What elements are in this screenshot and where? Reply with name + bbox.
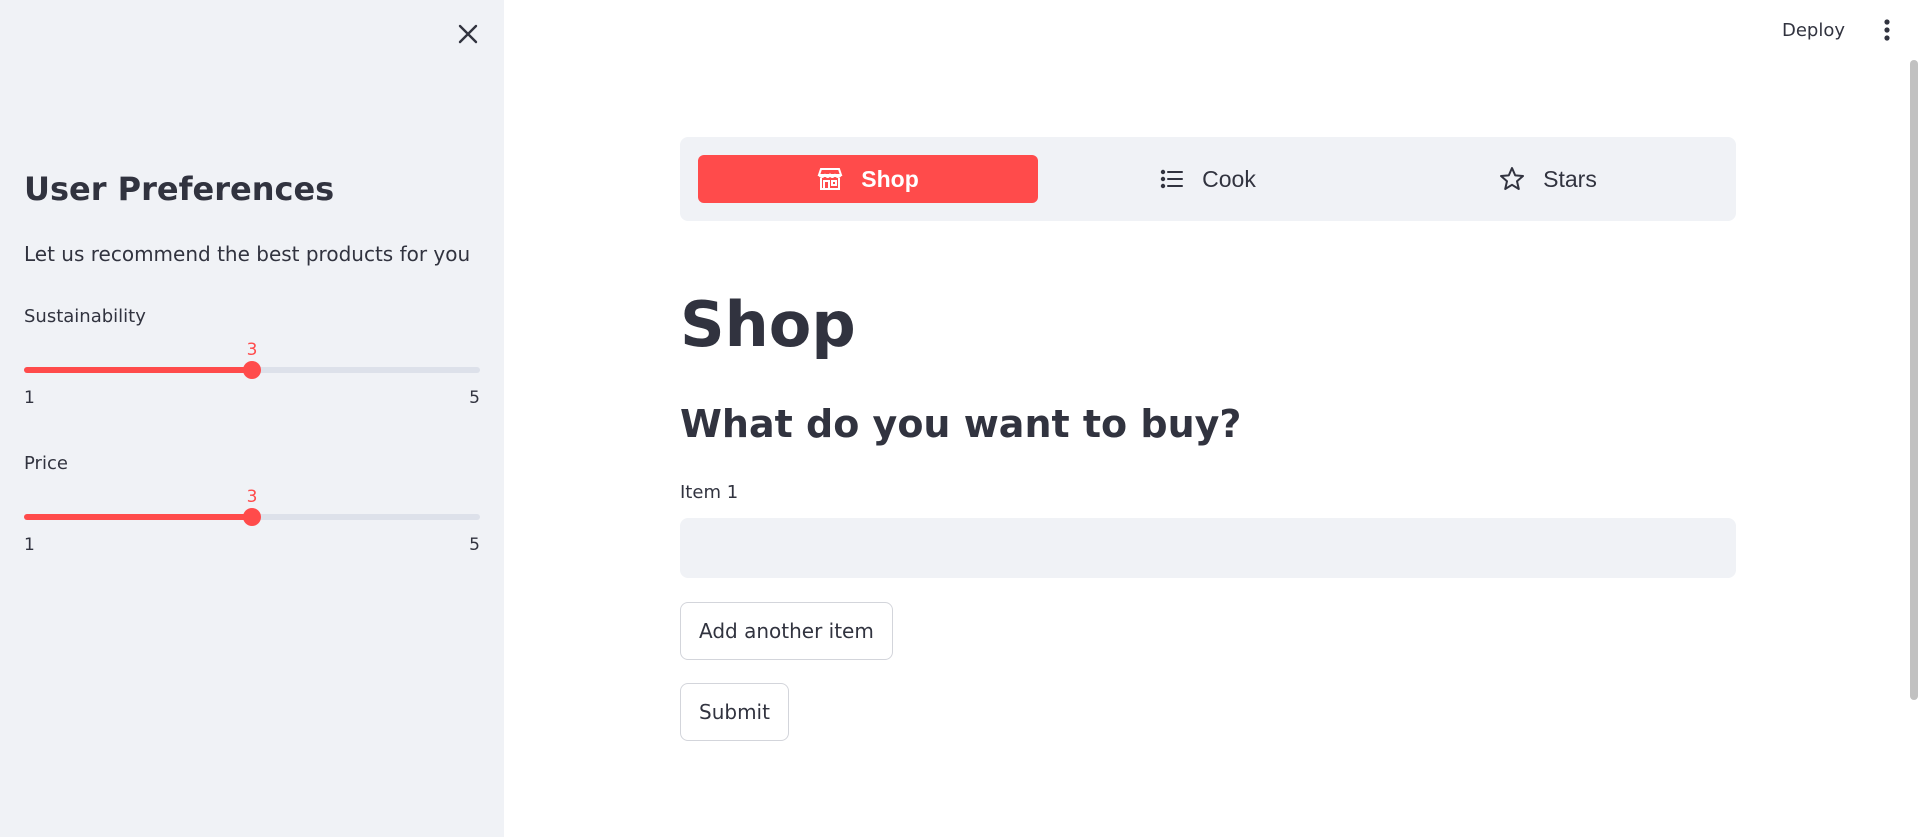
slider-current-value: 3 bbox=[246, 487, 258, 507]
slider-fill bbox=[24, 514, 252, 520]
close-icon bbox=[458, 24, 478, 44]
slider-track[interactable] bbox=[24, 361, 480, 379]
sustainability-slider: Sustainability 3 1 5 bbox=[24, 306, 480, 408]
slider-max-label: 5 bbox=[469, 388, 480, 408]
shop-icon bbox=[817, 167, 843, 191]
sidebar: User Preferences Let us recommend the be… bbox=[0, 0, 504, 837]
slider-label: Sustainability bbox=[24, 306, 146, 327]
nav-item-label: Stars bbox=[1543, 165, 1597, 192]
slider-min-label: 1 bbox=[24, 388, 35, 408]
slider-thumb[interactable] bbox=[243, 361, 261, 379]
option-menu: Shop Cook Stars bbox=[680, 137, 1736, 221]
submit-button[interactable]: Submit bbox=[680, 683, 789, 741]
price-slider: Price 3 1 5 bbox=[24, 453, 480, 555]
page-title: Shop bbox=[680, 288, 856, 361]
nav-item-cook[interactable]: Cook bbox=[1038, 155, 1378, 203]
item-1-label: Item 1 bbox=[680, 482, 739, 503]
star-icon bbox=[1499, 166, 1525, 192]
slider-min-label: 1 bbox=[24, 535, 35, 555]
main-menu-button[interactable] bbox=[1872, 12, 1902, 48]
slider-max-label: 5 bbox=[469, 535, 480, 555]
kebab-menu-icon bbox=[1884, 19, 1890, 41]
slider-current-value: 3 bbox=[246, 340, 258, 360]
scrollbar[interactable] bbox=[1910, 60, 1918, 700]
sidebar-description: Let us recommend the best products for y… bbox=[24, 242, 471, 266]
nav-item-label: Shop bbox=[861, 165, 919, 192]
list-icon bbox=[1160, 168, 1184, 190]
nav-item-label: Cook bbox=[1202, 165, 1256, 192]
close-sidebar-button[interactable] bbox=[452, 18, 484, 50]
sidebar-title: User Preferences bbox=[24, 170, 335, 208]
deploy-button[interactable]: Deploy bbox=[1770, 14, 1857, 46]
section-heading: What do you want to buy? bbox=[680, 402, 1242, 446]
slider-label: Price bbox=[24, 453, 68, 474]
slider-thumb[interactable] bbox=[243, 508, 261, 526]
slider-fill bbox=[24, 367, 252, 373]
item-1-input[interactable] bbox=[680, 518, 1736, 578]
nav-item-shop[interactable]: Shop bbox=[698, 155, 1038, 203]
add-item-button[interactable]: Add another item bbox=[680, 602, 893, 660]
nav-item-stars[interactable]: Stars bbox=[1378, 155, 1718, 203]
slider-track[interactable] bbox=[24, 508, 480, 526]
